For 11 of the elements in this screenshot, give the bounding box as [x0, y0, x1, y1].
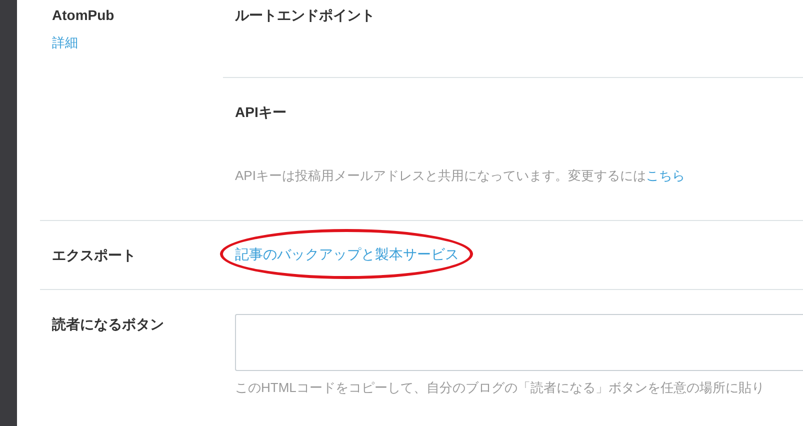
- field-title: ルートエンドポイント: [235, 6, 376, 25]
- section-label: AtomPub: [52, 6, 116, 25]
- hint-text: APIキーは投稿用メールアドレスと共用になっています。変更するにはこちら: [235, 167, 686, 185]
- details-link[interactable]: 詳細: [52, 33, 78, 53]
- backup-link[interactable]: 記事のバックアップと製本サービス: [235, 246, 459, 262]
- section-label: エクスポート: [52, 246, 137, 265]
- change-link[interactable]: こちら: [646, 168, 685, 183]
- html-code-field[interactable]: [235, 314, 803, 371]
- section-label: 読者になるボタン: [52, 315, 165, 334]
- hint-text: このHTMLコードをコピーして、自分のブログの「読者になる」ボタンを任意の場所に貼り: [235, 379, 766, 397]
- field-title: APIキー: [235, 103, 288, 122]
